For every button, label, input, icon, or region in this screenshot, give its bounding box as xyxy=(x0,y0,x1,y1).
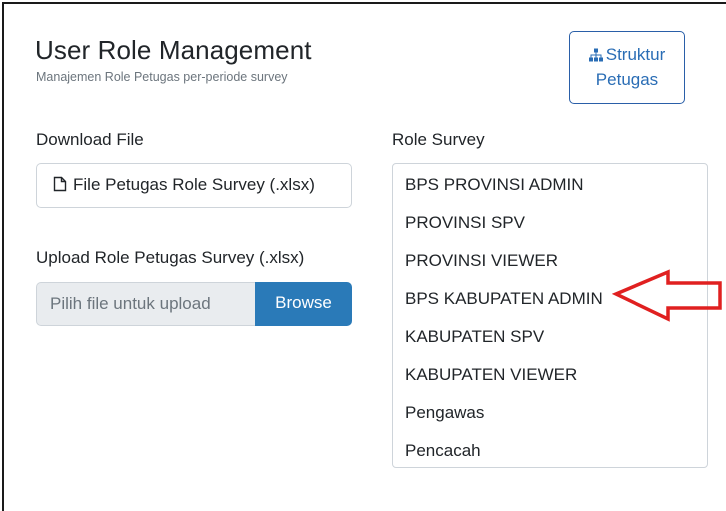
role-item-pengawas[interactable]: Pengawas xyxy=(393,400,707,438)
role-item-bps-provinsi-admin[interactable]: BPS PROVINSI ADMIN xyxy=(393,172,707,210)
sitemap-icon xyxy=(588,45,603,68)
page-title: User Role Management xyxy=(35,35,312,65)
struktur-label-line1: Struktur xyxy=(605,45,666,64)
role-survey-label: Role Survey xyxy=(392,130,485,149)
struktur-label-line2: Petugas xyxy=(595,70,659,89)
role-item-provinsi-spv[interactable]: PROVINSI SPV xyxy=(393,210,707,248)
role-item-kabupaten-viewer[interactable]: KABUPATEN VIEWER xyxy=(393,362,707,400)
download-file-label: Download File xyxy=(36,130,144,149)
download-file-button[interactable]: File Petugas Role Survey (.xlsx) xyxy=(36,163,352,208)
role-item-kabupaten-spv[interactable]: KABUPATEN SPV xyxy=(393,324,707,362)
struktur-petugas-button[interactable]: Struktur Petugas xyxy=(569,31,685,104)
page-subtitle: Manajemen Role Petugas per-periode surve… xyxy=(36,70,288,84)
file-icon xyxy=(53,176,67,197)
browse-button[interactable]: Browse xyxy=(255,282,352,326)
download-file-button-label: File Petugas Role Survey (.xlsx) xyxy=(73,175,315,194)
upload-file-group: Pilih file untuk upload Browse xyxy=(36,282,352,326)
upload-label: Upload Role Petugas Survey (.xlsx) xyxy=(36,248,305,267)
upload-file-input[interactable]: Pilih file untuk upload xyxy=(36,282,255,326)
role-item-pencacah[interactable]: Pencacah xyxy=(393,438,707,476)
annotation-arrow-icon xyxy=(612,269,722,322)
